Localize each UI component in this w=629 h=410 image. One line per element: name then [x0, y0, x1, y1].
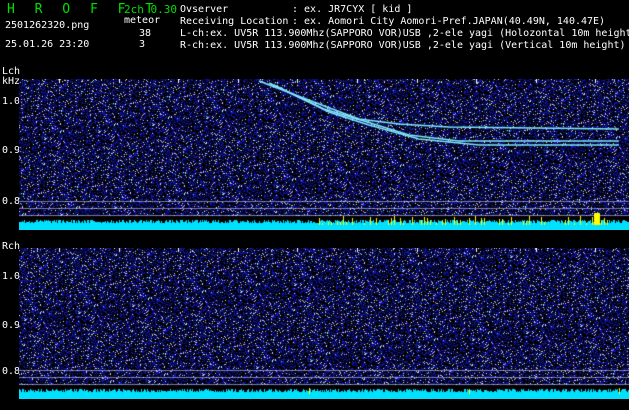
rch-freq-tick: 0.9 — [2, 320, 21, 331]
hrofft-window: H R O F F T 2ch 0.30 2501262320.png 25.0… — [0, 0, 629, 410]
lch-info: L-ch:ex. UV5R 113.900Mhz(SAPPORO VOR)USB… — [180, 28, 629, 39]
rch-label: Rch — [2, 241, 21, 252]
observer-label: Ovserver — [180, 4, 229, 15]
rch-freq-tick: 0.8 — [2, 366, 21, 377]
rch-info: R-ch:ex. UV5R 113.900Mhz(SAPPORO VOR)USB… — [180, 40, 626, 51]
rch-freq-tick: 1.0 — [2, 271, 21, 282]
lch-unit: kHz — [2, 76, 21, 87]
meteor-count-lch: 38 — [139, 28, 152, 39]
lch-freq-tick: 1.0 — [2, 96, 21, 107]
rch-spectrogram — [19, 248, 629, 399]
location-value: : ex. Aomori City Aomori-Pref.JAPAN(40.4… — [292, 16, 606, 27]
file-name: 2501262320.png — [5, 20, 90, 31]
observer-value: : ex. JR7CYX [ kid ] — [292, 4, 413, 15]
app-version: 2ch 0.30 — [124, 3, 177, 16]
datetime: 25.01.26 23:20 — [5, 39, 90, 50]
location-label: Receiving Location — [180, 16, 289, 27]
meteor-label: meteor — [124, 15, 161, 26]
lch-freq-tick: 0.9 — [2, 145, 21, 156]
lch-freq-tick: 0.8 — [2, 196, 21, 207]
meteor-count-rch: 3 — [139, 39, 146, 50]
lch-spectrogram — [19, 79, 629, 230]
